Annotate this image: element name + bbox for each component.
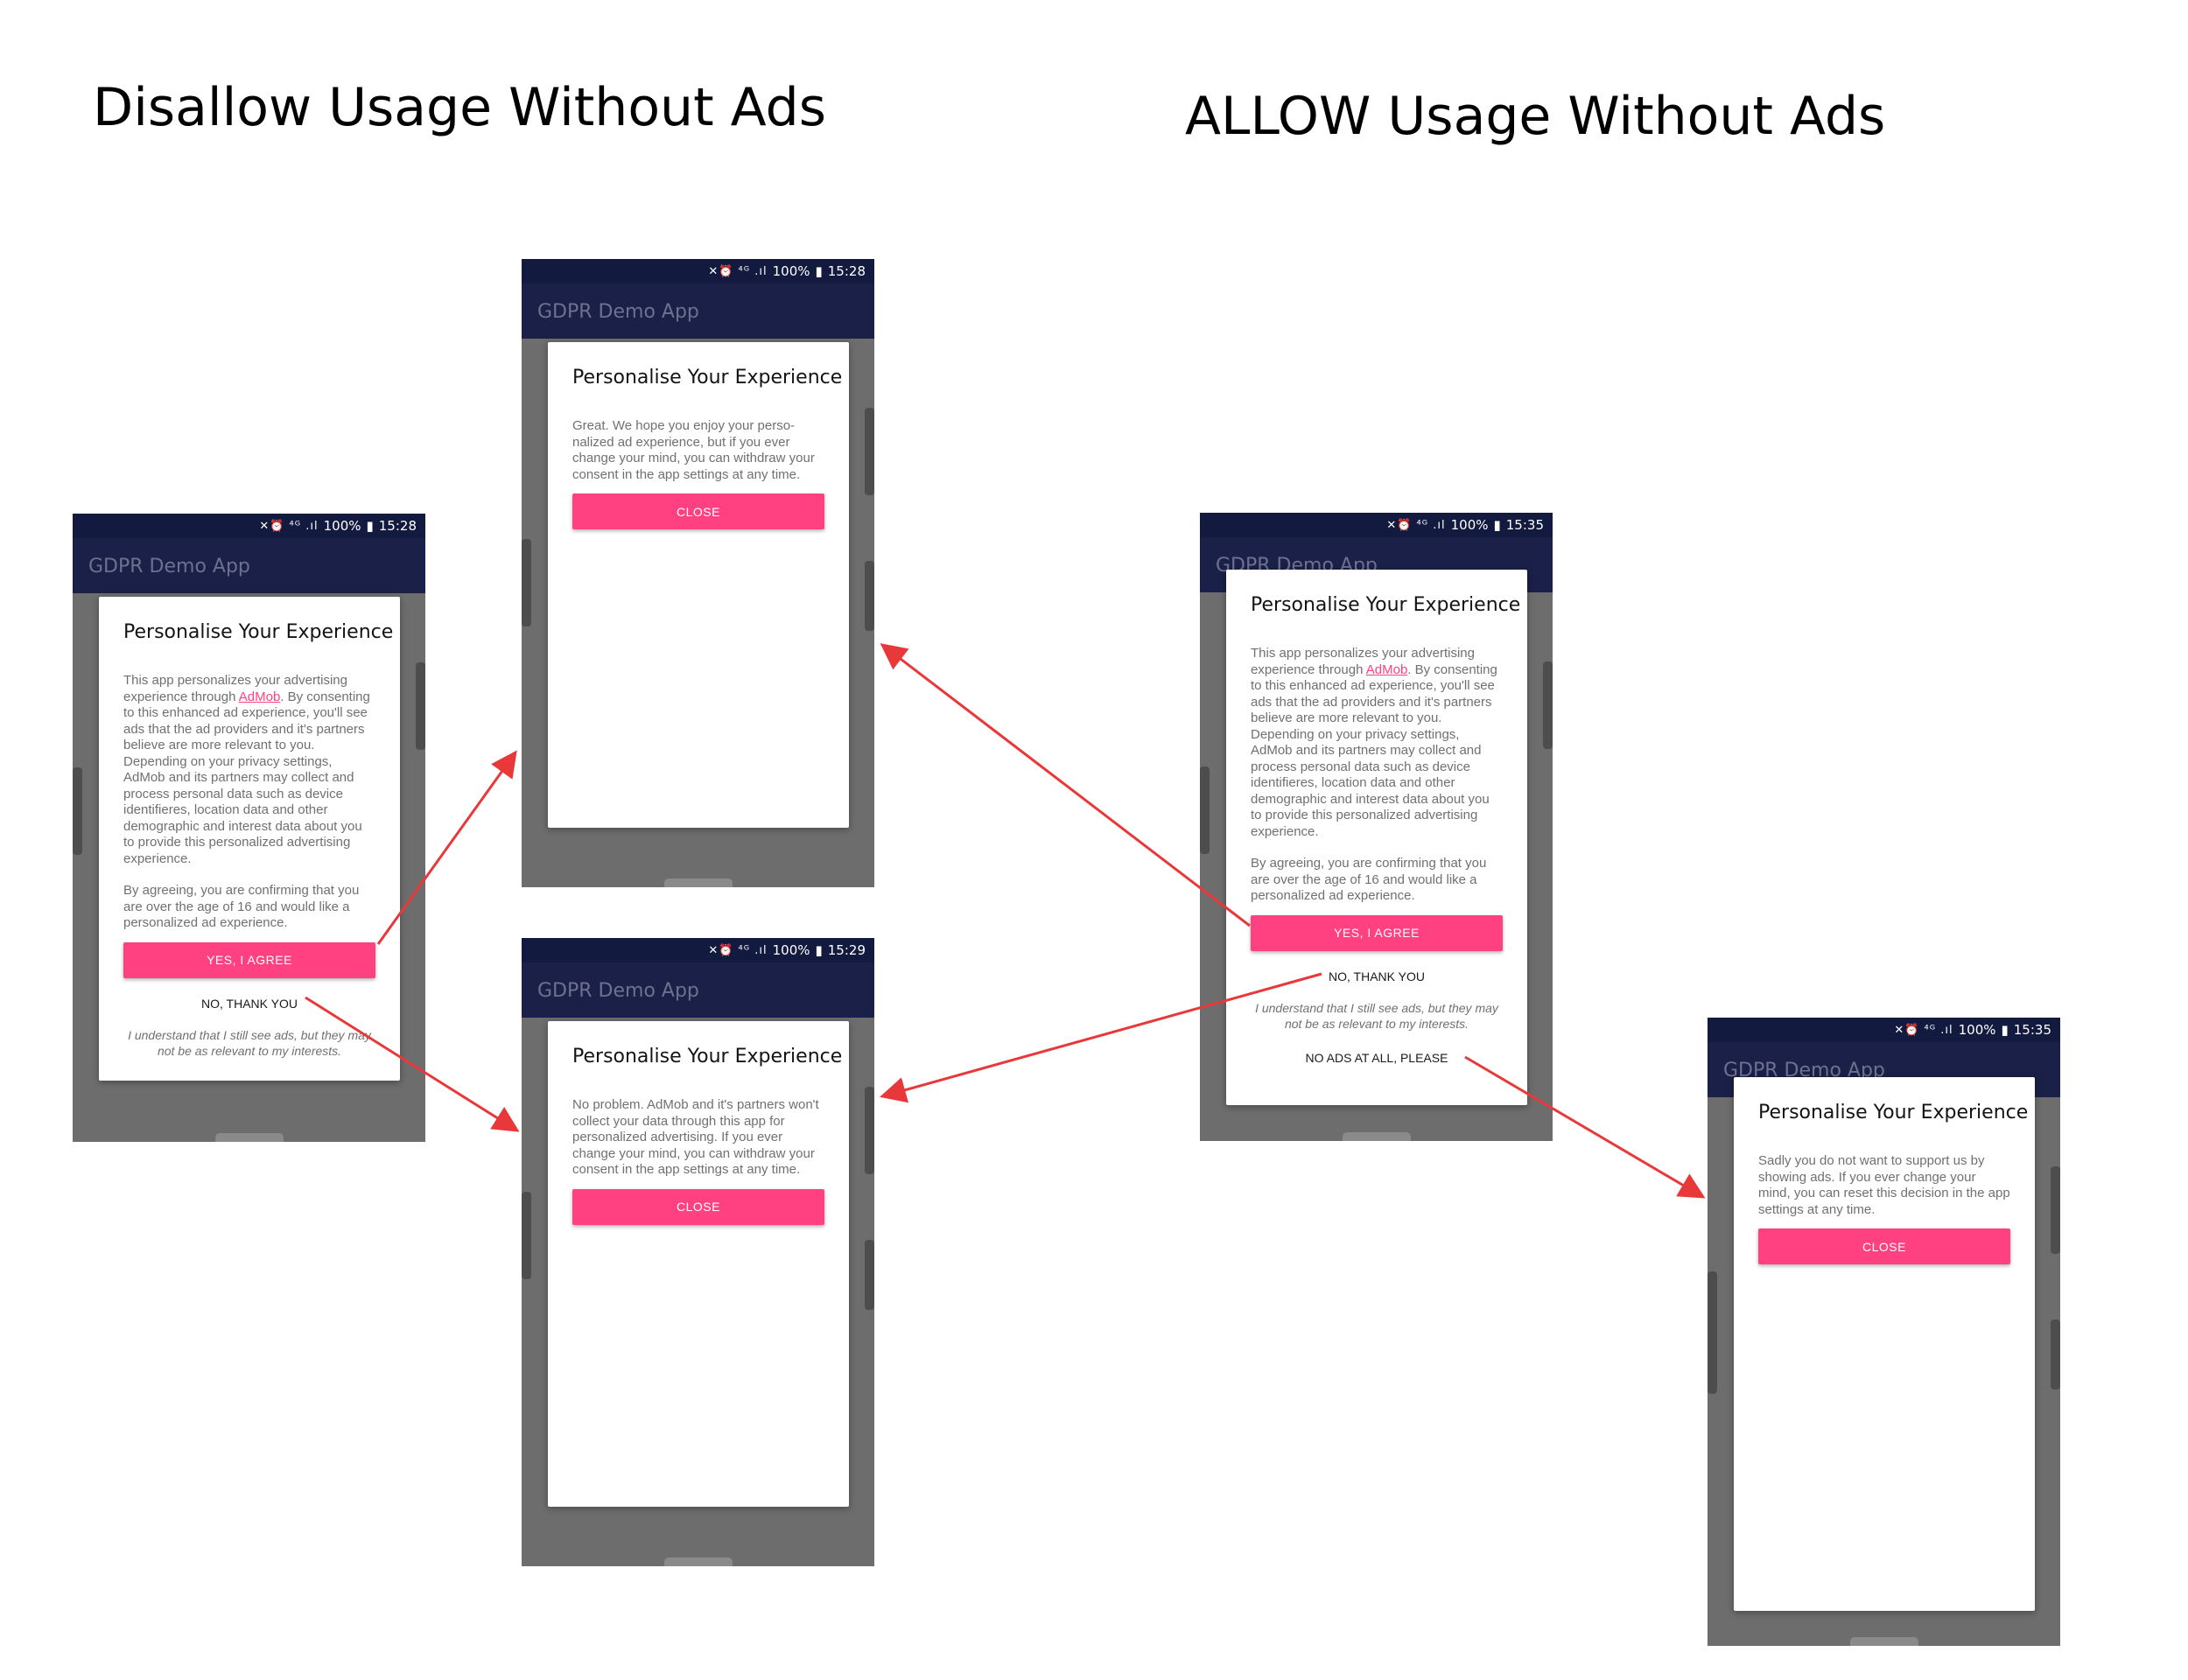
battery-level: 100% (1450, 517, 1489, 533)
close-button[interactable]: CLOSE (572, 1188, 824, 1225)
bottom-pill[interactable] (1849, 1637, 1918, 1646)
consent-dialog: Personalise Your Experience This app per… (99, 597, 400, 1081)
consent-body: This app personalizes your advertising e… (123, 673, 375, 932)
clock: 15:35 (2013, 1022, 2051, 1038)
side-tab-right[interactable] (2051, 1166, 2060, 1254)
app-title: GDPR Demo App (88, 556, 250, 578)
side-tab-left[interactable] (1708, 1271, 1717, 1394)
battery-level: 100% (772, 942, 810, 958)
side-tab-right[interactable] (865, 408, 874, 495)
bottom-pill[interactable] (663, 1558, 733, 1566)
bottom-pill[interactable] (214, 1133, 284, 1142)
status-icons: ✕⏰ ⁴ᴳ .ıl (708, 264, 768, 278)
side-tab-right[interactable] (865, 1087, 874, 1174)
no-ads-button[interactable]: NO ADS AT ALL, PLEASE (1251, 1050, 1503, 1066)
result-message: No problem. AdMob and it's partners won'… (572, 1097, 819, 1177)
status-icons: ✕⏰ ⁴ᴳ .ıl (1386, 518, 1446, 532)
result-message: Sadly you do not want to support us by s… (1758, 1153, 2010, 1217)
consent-dialog: Personalise Your Experience This app per… (1226, 570, 1527, 1105)
side-tab-right-2[interactable] (2051, 1320, 2060, 1390)
dialog-title: Personalise Your Experience (1251, 594, 1521, 616)
app-title: GDPR Demo App (537, 980, 699, 1002)
phone-declined-result: ✕⏰ ⁴ᴳ .ıl 100% ▮ 15:29 GDPR Demo App Per… (522, 938, 874, 1566)
battery-level: 100% (1958, 1022, 1996, 1038)
status-bar: ✕⏰ ⁴ᴳ .ıl 100% ▮ 15:28 (522, 259, 874, 284)
status-bar: ✕⏰ ⁴ᴳ .ıl 100% ▮ 15:29 (522, 938, 874, 962)
hint-text: I understand that I still see ads, but t… (1255, 1000, 1498, 1032)
app-title: GDPR Demo App (537, 301, 699, 323)
app-bar: GDPR Demo App (522, 284, 874, 339)
side-tab-left[interactable] (1200, 766, 1210, 854)
clock: 15:35 (1505, 517, 1544, 533)
arrow-allow-yes-to-agreed (880, 643, 1251, 928)
side-tab-right-2[interactable] (865, 561, 874, 631)
dialog-title: Personalise Your Experience (1758, 1102, 2029, 1124)
dialog-title: Personalise Your Experience (123, 621, 394, 643)
heading-disallow: Disallow Usage Without Ads (93, 77, 827, 138)
phone-agreed-result: ✕⏰ ⁴ᴳ .ıl 100% ▮ 15:28 GDPR Demo App Per… (522, 259, 874, 887)
phone-consent-disallow: ✕⏰ ⁴ᴳ .ıl 100% ▮ 15:28 GDPR Demo App Per… (73, 514, 425, 1142)
status-bar: ✕⏰ ⁴ᴳ .ıl 100% ▮ 15:35 (1200, 513, 1553, 537)
battery-icon: ▮ (1493, 517, 1501, 533)
battery-icon: ▮ (366, 518, 374, 534)
status-bar: ✕⏰ ⁴ᴳ .ıl 100% ▮ 15:28 (73, 514, 425, 538)
consent-body: This app personalizes your advertising e… (1251, 646, 1503, 905)
result-dialog: Personalise Your Experience Sadly you do… (1734, 1077, 2035, 1611)
yes-agree-button[interactable]: YES, I AGREE (123, 942, 375, 978)
hint-text: I understand that I still see ads, but t… (128, 1027, 371, 1059)
result-message: Great. We hope you enjoy your perso-nali… (572, 418, 815, 482)
battery-level: 100% (772, 263, 810, 279)
yes-agree-button[interactable]: YES, I AGREE (1251, 914, 1503, 951)
admob-link[interactable]: AdMob (1366, 662, 1408, 677)
heading-allow: ALLOW Usage Without Ads (1185, 86, 1886, 147)
admob-link[interactable]: AdMob (239, 690, 281, 704)
clock: 15:29 (827, 942, 866, 958)
side-tab-right[interactable] (416, 662, 425, 750)
phone-no-ads-result: ✕⏰ ⁴ᴳ .ıl 100% ▮ 15:35 GDPR Demo App Per… (1708, 1018, 2060, 1646)
no-thank-you-button[interactable]: NO, THANK YOU (1251, 969, 1503, 984)
age-text: By agreeing, you are confirming that you… (123, 883, 360, 930)
status-icons: ✕⏰ ⁴ᴳ .ıl (708, 943, 768, 957)
battery-icon: ▮ (815, 942, 823, 958)
battery-icon: ▮ (2001, 1022, 2009, 1038)
no-thank-you-button[interactable]: NO, THANK YOU (123, 996, 375, 1012)
clock: 15:28 (378, 518, 417, 534)
bottom-pill[interactable] (663, 878, 733, 887)
result-dialog: Personalise Your Experience Great. We ho… (548, 342, 849, 828)
dialog-title: Personalise Your Experience (572, 367, 843, 388)
phone-consent-allow: ✕⏰ ⁴ᴳ .ıl 100% ▮ 15:35 GDPR Demo App Per… (1200, 513, 1553, 1141)
side-tab-left[interactable] (522, 539, 531, 626)
age-text: By agreeing, you are confirming that you… (1251, 856, 1487, 903)
battery-icon: ▮ (815, 263, 823, 279)
side-tab-right-2[interactable] (865, 1240, 874, 1310)
side-tab-left[interactable] (73, 767, 82, 855)
bottom-pill[interactable] (1342, 1132, 1411, 1141)
status-bar: ✕⏰ ⁴ᴳ .ıl 100% ▮ 15:35 (1708, 1018, 2060, 1042)
app-bar: GDPR Demo App (522, 962, 874, 1018)
side-tab-right[interactable] (1543, 662, 1553, 749)
battery-level: 100% (323, 518, 361, 534)
close-button[interactable]: CLOSE (572, 494, 824, 529)
status-icons: ✕⏰ ⁴ᴳ .ıl (1894, 1023, 1953, 1037)
clock: 15:28 (827, 263, 866, 279)
result-dialog: Personalise Your Experience No problem. … (548, 1021, 849, 1507)
status-icons: ✕⏰ ⁴ᴳ .ıl (259, 519, 319, 533)
app-bar: GDPR Demo App (73, 538, 425, 593)
dialog-title: Personalise Your Experience (572, 1046, 843, 1068)
side-tab-left[interactable] (522, 1192, 531, 1279)
close-button[interactable]: CLOSE (1758, 1228, 2010, 1264)
